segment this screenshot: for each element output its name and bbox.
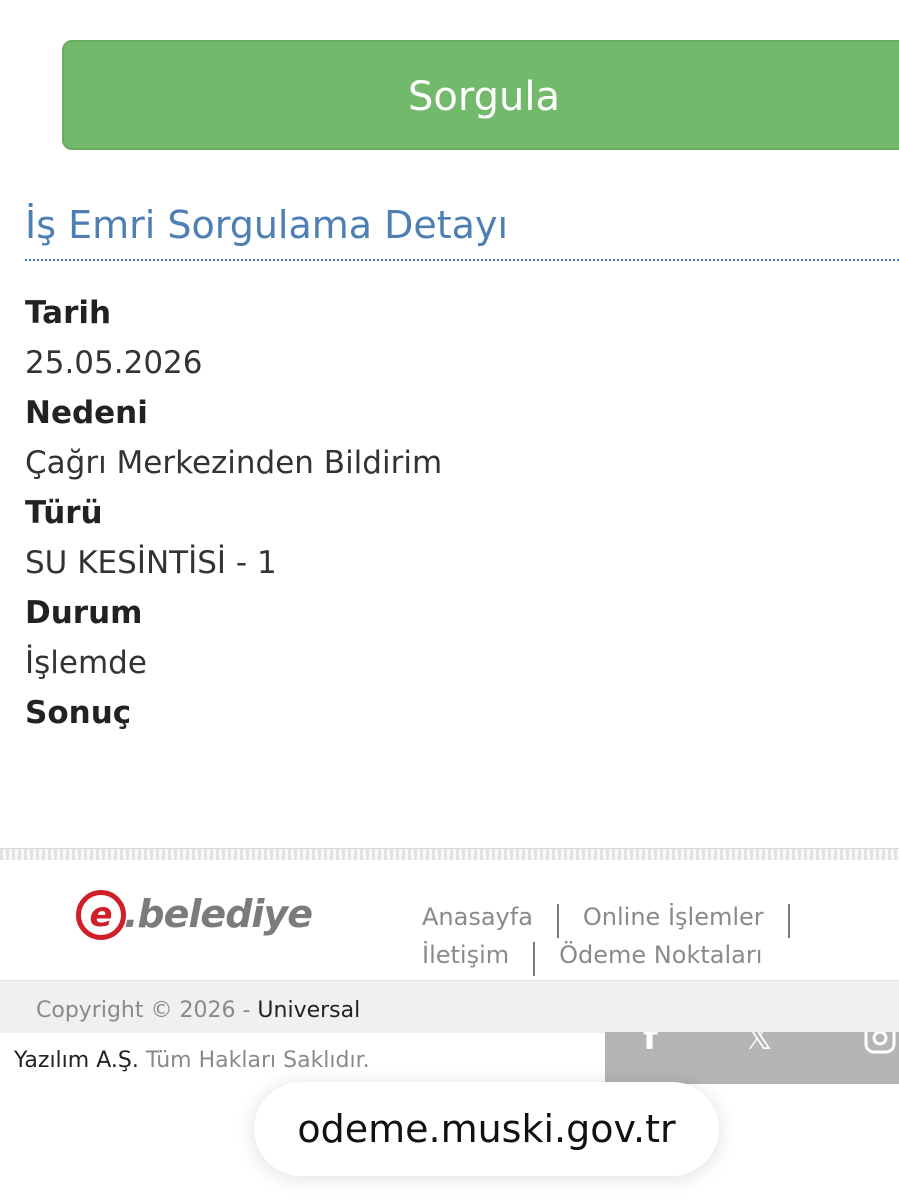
query-button-label: Sorgula bbox=[408, 74, 560, 120]
result-label: Sonuç bbox=[25, 695, 132, 731]
instagram-icon[interactable] bbox=[863, 1032, 897, 1067]
url-text: odeme.muski.gov.tr bbox=[297, 1107, 676, 1151]
copyright-prefix: Copyright © 2026 - bbox=[36, 998, 258, 1023]
footer-link-contact[interactable]: İletişim bbox=[422, 936, 509, 974]
type-label: Türü bbox=[25, 495, 103, 531]
facebook-icon[interactable]: f bbox=[643, 1032, 658, 1058]
link-separator bbox=[533, 941, 536, 976]
browser-address-bar[interactable]: odeme.muski.gov.tr bbox=[254, 1082, 719, 1176]
date-label: Tarih bbox=[25, 295, 112, 331]
copyright-line: Copyright © 2026 - Universal bbox=[36, 996, 360, 1026]
result-value bbox=[25, 738, 442, 788]
company-name: Yazılım A.Ş. bbox=[14, 1048, 139, 1073]
copyright-brand: Universal bbox=[257, 998, 361, 1023]
footer-nav: Anasayfa Online İşlemler İletişim Ödeme No… bbox=[422, 898, 882, 976]
footer-link-home[interactable]: Anasayfa bbox=[422, 898, 533, 936]
status-label: Durum bbox=[25, 595, 143, 631]
x-icon[interactable]: 𝕏 bbox=[745, 1032, 772, 1058]
ebelediye-logo[interactable]: e .belediye bbox=[76, 886, 336, 948]
query-button[interactable]: Sorgula bbox=[62, 40, 899, 150]
logo-letter: e bbox=[89, 895, 113, 935]
reason-label: Nedeni bbox=[25, 395, 148, 431]
title-divider bbox=[25, 259, 899, 261]
reason-value: Çağrı Merkezinden Bildirim bbox=[25, 445, 443, 481]
type-value: SU KESİNTİSİ - 1 bbox=[25, 545, 277, 581]
link-separator bbox=[556, 903, 559, 938]
section-title: İş Emri Sorgulama Detayı bbox=[25, 203, 508, 247]
footer-link-online-services[interactable]: Online İşlemler bbox=[583, 898, 764, 936]
rights-text: Tüm Hakları Saklıdır. bbox=[138, 1048, 370, 1073]
social-bar: f 𝕏 bbox=[605, 1032, 899, 1084]
logo-text: .belediye bbox=[124, 892, 313, 936]
date-value: 25.05.2026 bbox=[25, 345, 203, 381]
link-separator bbox=[787, 903, 790, 938]
status-value: İşlemde bbox=[25, 645, 147, 681]
rights-line: Yazılım A.Ş. Tüm Hakları Saklıdır. bbox=[14, 1046, 370, 1076]
footer-link-payment-points[interactable]: Ödeme Noktaları bbox=[559, 936, 762, 974]
work-order-details: Tarih 25.05.2026 Nedeni Çağrı Merkezinde… bbox=[25, 288, 442, 788]
logo-e-mark: e bbox=[76, 890, 126, 940]
